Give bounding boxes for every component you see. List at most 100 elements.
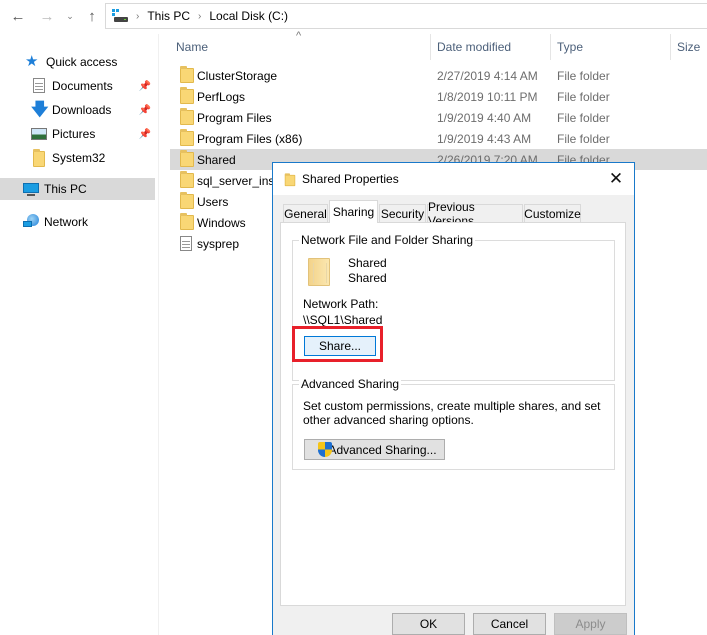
advanced-sharing-group-label: Advanced Sharing	[299, 377, 402, 391]
folder-icon	[180, 66, 194, 83]
network-icon	[23, 214, 39, 230]
sidebar-item-label: Documents	[52, 79, 113, 93]
file-date: 1/9/2019 4:40 AM	[437, 110, 532, 125]
column-divider[interactable]	[430, 34, 431, 60]
column-header-date[interactable]: Date modified	[437, 40, 511, 54]
breadcrumb-this-pc[interactable]: This PC	[147, 9, 190, 23]
sidebar-item-label: Pictures	[52, 127, 96, 141]
download-icon: 🡇	[31, 100, 49, 119]
sidebar-item-pictures[interactable]: Pictures 📌	[0, 123, 155, 145]
pin-icon[interactable]: 📌	[139, 105, 151, 116]
file-type: File folder	[557, 131, 610, 146]
sidebar-item-label: This PC	[44, 182, 87, 196]
document-icon	[31, 78, 47, 94]
back-button[interactable]: ←	[8, 6, 28, 26]
folder-icon	[180, 171, 194, 188]
dialog-title: Shared Properties	[302, 172, 399, 186]
folder-icon	[180, 213, 194, 230]
file-type: File folder	[557, 68, 610, 83]
highlight-box	[292, 326, 383, 362]
close-icon: ✕	[608, 169, 624, 188]
column-header-size[interactable]: Size	[677, 40, 700, 54]
tab-customize[interactable]: Customize	[524, 204, 581, 223]
folder-icon	[180, 129, 194, 146]
network-path-value: \\SQL1\Shared	[303, 313, 383, 327]
uac-shield-icon	[318, 442, 332, 457]
arrow-left-icon: ←	[10, 7, 26, 25]
close-button[interactable]: ✕	[606, 169, 626, 189]
chevron-down-icon: ⌄	[66, 10, 74, 21]
tab-general[interactable]: General	[283, 204, 328, 223]
sort-ascending-icon: ^	[296, 30, 302, 42]
network-path-label: Network Path:	[303, 297, 379, 311]
file-name: Shared	[197, 152, 236, 167]
column-divider[interactable]	[670, 34, 671, 60]
up-button[interactable]: ↑	[82, 6, 102, 26]
file-row[interactable]: Program Files 1/9/2019 4:40 AM File fold…	[170, 107, 707, 128]
folder-name: Shared	[348, 256, 387, 270]
file-name: sql_server_inst	[197, 173, 278, 188]
forward-button[interactable]: →	[37, 6, 57, 26]
star-icon: ★	[25, 53, 39, 70]
recent-locations-button[interactable]: ⌄	[60, 6, 80, 26]
sidebar-item-label: System32	[52, 151, 106, 165]
breadcrumb-separator: ›	[136, 10, 140, 22]
sidebar-item-label: Network	[44, 215, 89, 229]
pin-icon[interactable]: 📌	[139, 129, 151, 140]
pictures-icon	[31, 126, 47, 142]
file-name: PerfLogs	[197, 89, 246, 104]
cancel-button[interactable]: Cancel	[473, 613, 546, 635]
address-bar[interactable]: › This PC › Local Disk (C:)	[105, 3, 707, 29]
folder-icon	[33, 149, 47, 167]
arrow-up-icon: ↑	[88, 7, 96, 25]
share-status: Shared	[348, 271, 387, 285]
tab-sharing[interactable]: Sharing	[329, 200, 378, 223]
ok-button[interactable]: OK	[392, 613, 465, 635]
sidebar-item-network[interactable]: Network	[0, 211, 155, 233]
pin-icon[interactable]: 📌	[139, 81, 151, 92]
folder-icon	[284, 173, 296, 187]
sidebar-item-this-pc[interactable]: This PC	[0, 178, 155, 200]
tab-security[interactable]: Security	[379, 204, 426, 223]
column-divider[interactable]	[550, 34, 551, 60]
file-type: File folder	[557, 89, 610, 104]
column-header-name[interactable]: Name	[176, 40, 208, 54]
file-name: Program Files	[197, 110, 272, 125]
file-name: Windows	[197, 215, 246, 230]
file-name: Users	[197, 194, 229, 209]
sidebar-item-quick-access[interactable]: ★ Quick access	[0, 51, 155, 73]
folder-icon	[180, 87, 194, 104]
advanced-sharing-label: Advanced Sharing...	[328, 442, 437, 457]
sidebar-item-label: Quick access	[46, 55, 118, 69]
column-header-type[interactable]: Type	[557, 40, 583, 54]
network-sharing-group-label: Network File and Folder Sharing	[299, 233, 476, 247]
pane-divider	[158, 34, 159, 635]
file-date: 1/8/2019 10:11 PM	[437, 89, 538, 104]
sidebar-item-system32[interactable]: System32	[0, 147, 155, 169]
tab-previous-versions[interactable]: Previous Versions	[427, 200, 523, 228]
file-row[interactable]: ClusterStorage 2/27/2019 4:14 AM File fo…	[170, 65, 707, 86]
dialog-title-bar[interactable]: Shared Properties ✕	[273, 163, 634, 195]
file-name: ClusterStorage	[197, 68, 278, 83]
breadcrumb-local-disk[interactable]: Local Disk (C:)	[209, 9, 288, 23]
breadcrumb-separator: ›	[198, 10, 202, 22]
apply-button[interactable]: Apply	[554, 613, 627, 635]
folder-icon	[180, 192, 194, 209]
file-name: Program Files (x86)	[197, 131, 303, 146]
sidebar-item-downloads[interactable]: 🡇 Downloads 📌	[0, 99, 155, 121]
arrow-right-icon: →	[39, 7, 55, 25]
file-name: sysprep	[197, 236, 240, 251]
file-row[interactable]: PerfLogs 1/8/2019 10:11 PM File folder	[170, 86, 707, 107]
file-date: 1/9/2019 4:43 AM	[437, 131, 532, 146]
folder-icon	[180, 150, 194, 167]
file-date: 2/27/2019 4:14 AM	[437, 68, 538, 83]
file-icon	[180, 236, 192, 251]
file-type: File folder	[557, 110, 610, 125]
folder-icon	[180, 108, 194, 125]
shared-folder-icon	[308, 258, 330, 286]
file-row[interactable]: Program Files (x86) 1/9/2019 4:43 AM Fil…	[170, 128, 707, 149]
sidebar-item-documents[interactable]: Documents 📌	[0, 75, 155, 97]
computer-icon	[23, 181, 39, 197]
advanced-sharing-description: Set custom permissions, create multiple …	[303, 399, 601, 427]
advanced-sharing-button[interactable]: Advanced Sharing...	[304, 439, 445, 460]
